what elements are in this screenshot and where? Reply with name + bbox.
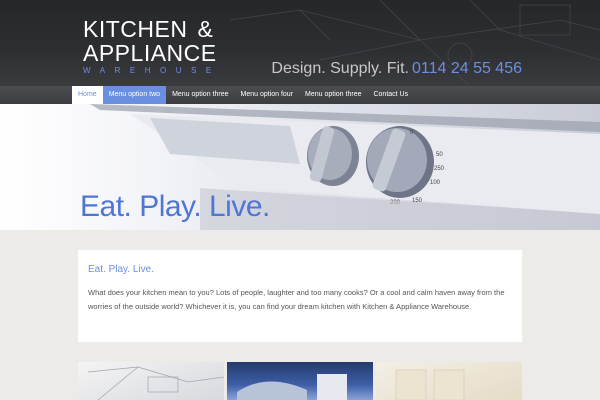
site-header: KITCHEN & APPLIANCE WAREHOUSE Design. Sup… — [0, 0, 600, 86]
logo-word-kitchen: KITCHEN — [83, 16, 188, 42]
cream-kitchen-image — [395, 369, 465, 400]
hero-title: Eat. Play. Live. — [80, 190, 270, 223]
thumbnail-kitchen-plan[interactable] — [78, 362, 224, 400]
phone-number[interactable]: 0114 24 55 456 — [412, 60, 522, 77]
hero-banner: 0 50 100 150 200 250 Eat. Play. Live. — [0, 104, 600, 230]
intro-card: Eat. Play. Live. What does your kitchen … — [78, 250, 522, 342]
nav-item-menu-option-three[interactable]: Menu option three — [166, 86, 234, 104]
logo-word-appliance: APPLIANCE — [83, 40, 217, 66]
intro-text: What does your kitchen mean to you? Lots… — [88, 288, 505, 311]
nav-list: Home Menu option two Menu option three M… — [72, 86, 414, 104]
header-tagline: Design. Supply. Fit. 0114 24 55 456 — [271, 60, 522, 78]
thumbnail-kitchen-blue[interactable] — [227, 362, 373, 400]
logo-ampersand: & — [197, 16, 214, 42]
nav-item-contact-us[interactable]: Contact Us — [367, 86, 414, 104]
thumbnail-kitchen-cream[interactable] — [376, 362, 522, 400]
intro-title: Eat. Play. Live. — [88, 264, 154, 275]
nav-item-menu-option-two[interactable]: Menu option two — [102, 86, 167, 104]
nav-item-menu-option-four[interactable]: Menu option four — [235, 86, 300, 104]
blue-kitchen-image — [237, 374, 347, 400]
dial-number-250: 250 — [434, 166, 445, 172]
logo-word-warehouse: WAREHOUSE — [83, 66, 221, 75]
kitchen-plan-image — [87, 366, 224, 400]
dial-number-100: 100 — [430, 180, 441, 186]
oven-dial-right — [366, 126, 434, 198]
dial-number-50: 50 — [436, 152, 443, 158]
main-nav: Home Menu option two Menu option three M… — [0, 86, 600, 104]
site-logo[interactable]: KITCHEN & APPLIANCE WAREHOUSE — [83, 16, 221, 76]
tagline-text: Design. Supply. Fit. — [271, 60, 409, 77]
nav-item-menu-option-three-second[interactable]: Menu option three — [299, 86, 367, 104]
nav-item-home[interactable]: Home — [72, 86, 103, 104]
